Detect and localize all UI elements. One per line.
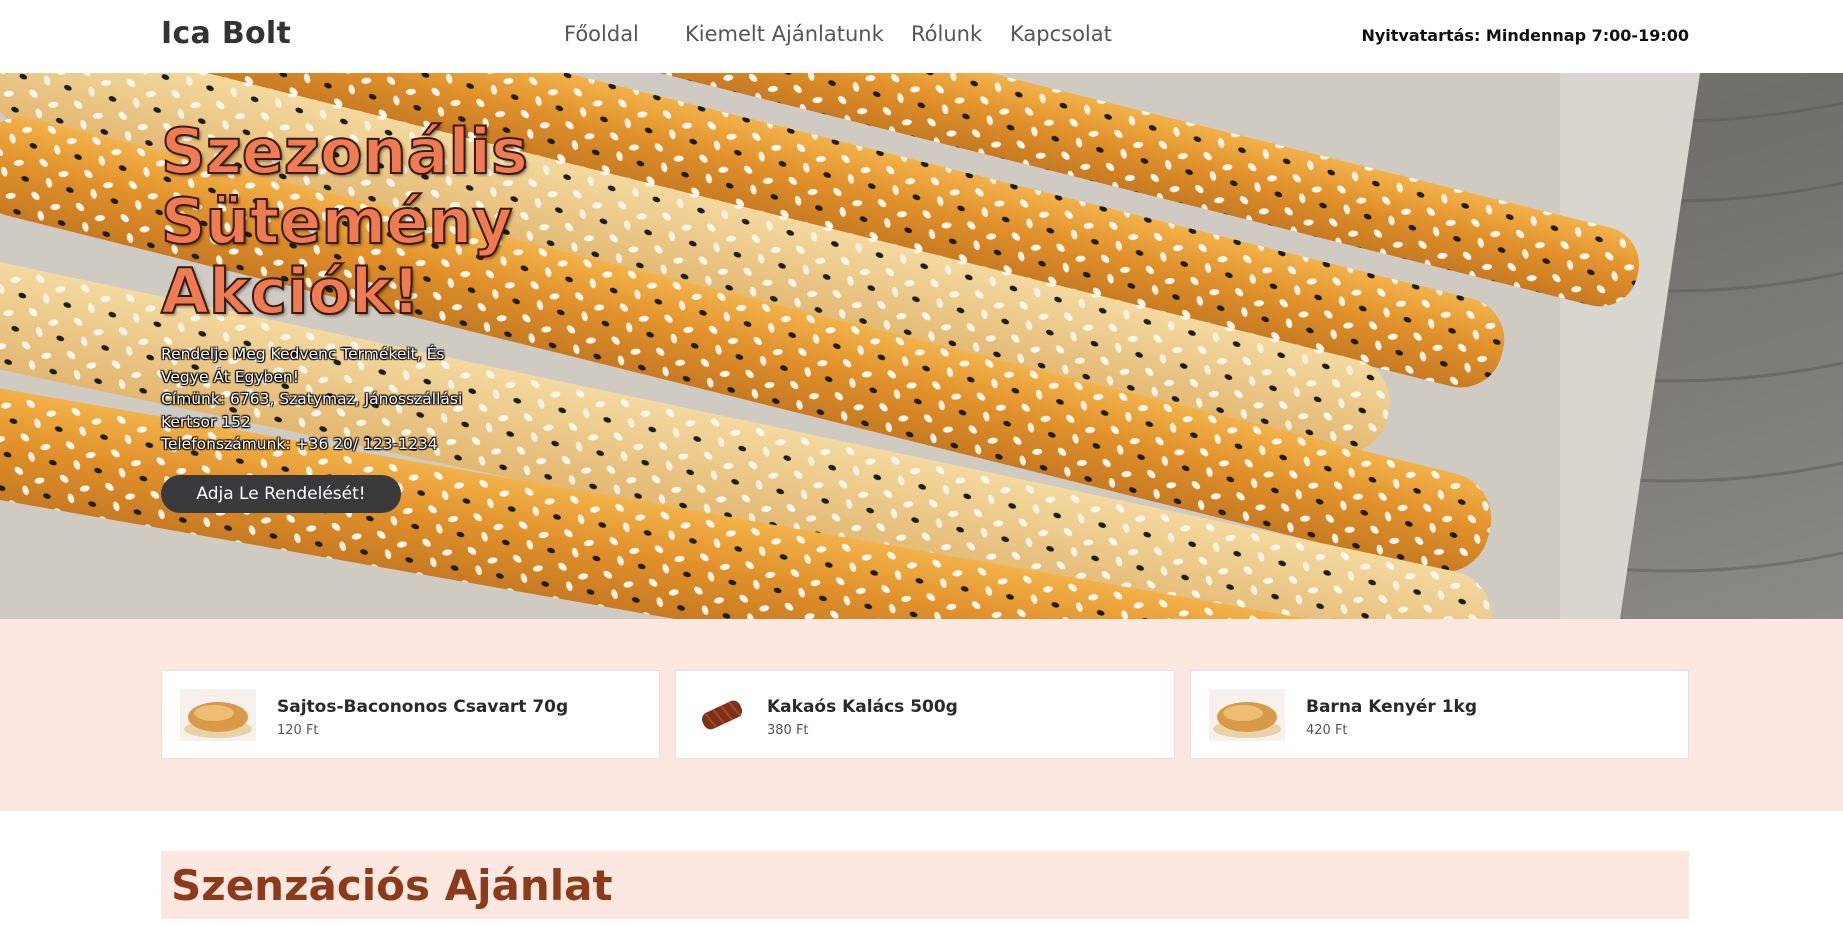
opening-hours: Nyitvatartás: Mindennap 7:00-19:00 — [1361, 26, 1689, 45]
bread-roll-image — [180, 689, 256, 741]
brown-bread-image — [1209, 689, 1285, 741]
hero-title: Szezonális Sütemény Akciók! — [160, 115, 529, 328]
hero-info: Rendelje Meg Kedvenc Termékeit, És Vegye… — [161, 343, 481, 456]
section-title: Szenzációs Ajánlat — [171, 861, 613, 910]
hero-address: Címünk: 6763, Szatymaz, Jánosszállási Ke… — [161, 390, 463, 431]
product-strip: Sajtos-Bacononos Csavart 70g 120 Ft Kaka… — [0, 619, 1843, 811]
hero-phone: Telefonszámunk: +36 20/ 123-1234 — [161, 435, 438, 453]
product-name: Sajtos-Bacononos Csavart 70g — [277, 697, 569, 717]
product-card[interactable]: Sajtos-Bacononos Csavart 70g 120 Ft — [161, 670, 660, 759]
product-name: Kakaós Kalács 500g — [767, 697, 958, 717]
product-card[interactable]: Barna Kenyér 1kg 420 Ft — [1190, 670, 1689, 759]
nav-link-contact[interactable]: Kapcsolat — [1010, 22, 1112, 46]
nav-link-offers[interactable]: Kiemelt Ajánlatunk — [685, 22, 884, 46]
hero-banner: Szezonális Sütemény Akciók! Rendelje Meg… — [0, 73, 1843, 619]
product-card[interactable]: Kakaós Kalács 500g 380 Ft — [675, 670, 1175, 759]
nav-link-about[interactable]: Rólunk — [911, 22, 982, 46]
order-button[interactable]: Adja Le Rendelését! — [161, 475, 401, 513]
product-price: 120 Ft — [277, 723, 319, 738]
top-navbar: Ica Bolt Főoldal Kiemelt Ajánlatunk Rólu… — [0, 0, 1843, 73]
cocoa-brioche-image — [694, 695, 750, 735]
nav-link-home[interactable]: Főoldal — [564, 22, 639, 46]
product-price: 420 Ft — [1306, 723, 1348, 738]
special-offer-header: Szenzációs Ajánlat — [161, 851, 1689, 919]
product-name: Barna Kenyér 1kg — [1306, 697, 1478, 717]
hero-order-text: Rendelje Meg Kedvenc Termékeit, És Vegye… — [161, 345, 445, 386]
site-logo[interactable]: Ica Bolt — [161, 16, 291, 51]
product-price: 380 Ft — [767, 723, 809, 738]
